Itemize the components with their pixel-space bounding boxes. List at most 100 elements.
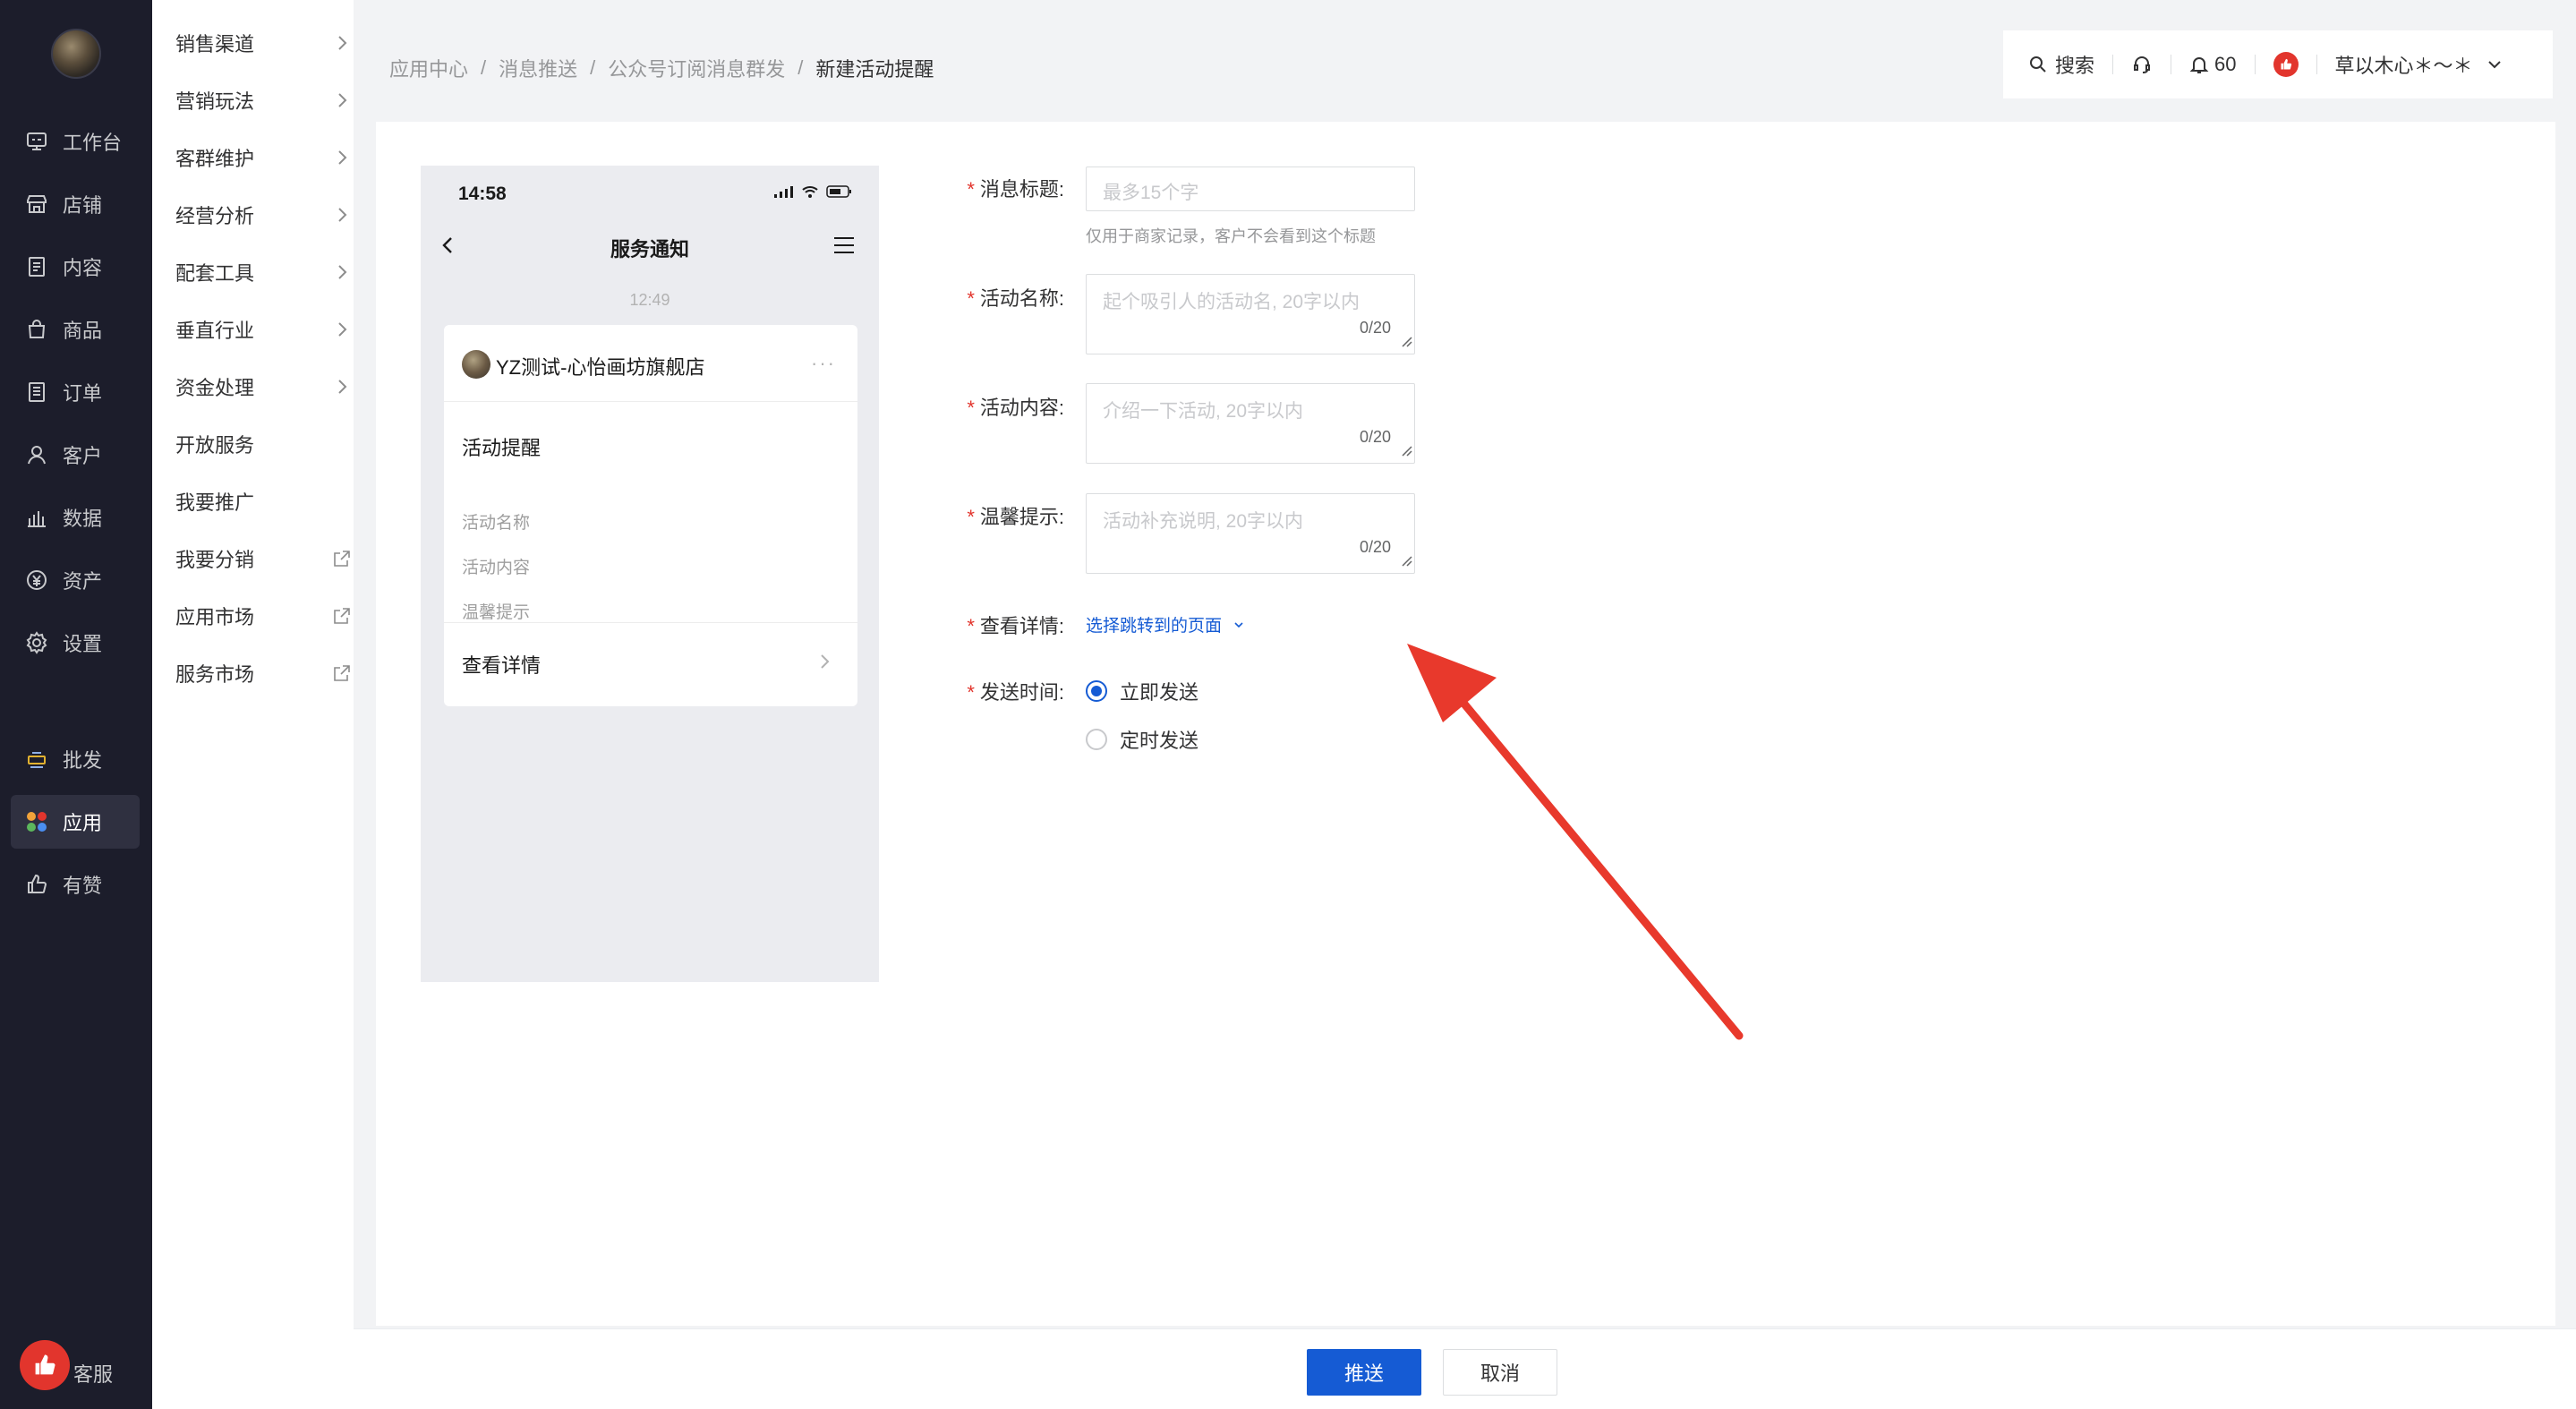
nav-item-settings[interactable]: 设置	[11, 616, 140, 670]
push-button[interactable]: 推送	[1307, 1349, 1421, 1396]
secondary-menu: 销售渠道 营销玩法 客群维护 经营分析 配套工具 垂直行业 资金处理 开放服务 …	[152, 0, 354, 1409]
resize-handle-icon[interactable]	[1400, 444, 1412, 461]
nav-item-wholesale[interactable]: 批发	[11, 732, 140, 786]
notification-count: 60	[2214, 53, 2237, 75]
shop-name: YZ测试-心怡画坊旗舰店	[496, 356, 705, 379]
nav-item-store[interactable]: 店铺	[11, 177, 140, 231]
chevron-right-icon	[332, 90, 352, 110]
shop-avatar[interactable]	[51, 29, 101, 79]
char-counter: 0/20	[1359, 428, 1391, 446]
nav-item-label: 批发	[63, 749, 103, 772]
chevron-right-icon	[332, 148, 352, 167]
nav-item-asset[interactable]: 资产	[11, 553, 140, 607]
chevron-right-icon	[816, 652, 834, 676]
resize-handle-icon[interactable]	[1400, 335, 1412, 352]
nav-item-label: 有赞	[63, 875, 103, 897]
submenu-item-label: 客群维护	[175, 148, 255, 170]
breadcrumb-item-message-push[interactable]: 消息推送	[499, 54, 577, 82]
search-icon	[2030, 56, 2046, 73]
order-icon	[25, 380, 48, 404]
cancel-button[interactable]: 取消	[1443, 1349, 1557, 1396]
customer-service-label: 客服	[73, 1363, 114, 1386]
chevron-right-icon	[332, 377, 352, 397]
shop-logo	[462, 350, 490, 379]
submenu-item-marketing[interactable]: 营销玩法	[175, 77, 489, 124]
select-page-link[interactable]: 选择跳转到的页面	[1086, 612, 1245, 636]
message-title-hint: 仅用于商家记录，客户不会看到这个标题	[1086, 227, 1376, 245]
thumbs-up-icon	[2273, 52, 2299, 77]
resize-handle-icon[interactable]	[1400, 554, 1412, 571]
submenu-item-label: 开放服务	[175, 434, 255, 457]
headset-icon	[2134, 56, 2151, 73]
more-icon: ···	[811, 352, 836, 374]
breadcrumb-item-subscription[interactable]: 公众号订阅消息群发	[608, 54, 785, 82]
select-page-label: 选择跳转到的页面	[1086, 617, 1223, 636]
nav-item-label: 数据	[63, 508, 103, 530]
nav-item-label: 工作台	[63, 132, 123, 154]
submenu-item-label: 资金处理	[175, 377, 255, 399]
data-icon	[25, 506, 48, 529]
card-footer: 查看详情	[444, 622, 857, 706]
toolbar-divider	[2112, 55, 2114, 74]
goods-icon	[25, 318, 48, 341]
nav-item-goods[interactable]: 商品	[11, 303, 140, 356]
primary-nav: 工作台 店铺 内容 商品 订单 客户 数据 资产 设置 批发 应用 有赞 客服	[0, 0, 152, 1409]
radio-send-scheduled[interactable]: 定时发送	[1086, 725, 1198, 754]
notification-button[interactable]: 60	[2189, 53, 2237, 76]
breadcrumb-separator: /	[798, 56, 804, 79]
toolbar-divider	[2316, 55, 2317, 74]
breadcrumb-current: 新建活动提醒	[815, 58, 934, 81]
nav-item-content[interactable]: 内容	[11, 240, 140, 294]
card-field-activity-content: 活动内容	[462, 559, 531, 577]
nav-item-label: 资产	[63, 570, 103, 593]
bell-icon	[2189, 57, 2209, 73]
chevron-down-icon	[1234, 621, 1243, 628]
workbench-icon	[25, 130, 48, 153]
form-label-activity-name: * 活动名称:	[967, 287, 1064, 310]
help-button[interactable]	[2131, 54, 2153, 75]
submenu-item-label: 我要推广	[175, 491, 255, 514]
message-title-input[interactable]: 最多15个字	[1086, 167, 1415, 211]
content-icon	[25, 255, 48, 278]
radio-indicator	[1086, 729, 1107, 750]
char-counter: 0/20	[1359, 319, 1391, 337]
chevron-right-icon	[332, 205, 352, 225]
form-row-message-title: * 消息标题:	[953, 174, 1064, 202]
input-placeholder: 活动补充说明, 20字以内	[1103, 511, 1304, 532]
activity-name-textarea[interactable]: 起个吸引人的活动名, 20字以内 0/20	[1086, 274, 1415, 354]
submenu-item-label: 经营分析	[175, 205, 255, 227]
form-row-activity-content: * 活动内容:	[953, 392, 1064, 421]
phone-title-bar: 服务通知	[421, 228, 879, 264]
nav-item-data[interactable]: 数据	[11, 491, 140, 544]
char-counter: 0/20	[1359, 538, 1391, 556]
nav-item-apps[interactable]: 应用	[11, 795, 140, 849]
username: 草以木心＊～＊	[2334, 55, 2473, 77]
breadcrumb-item-app-center[interactable]: 应用中心	[389, 54, 468, 82]
user-menu[interactable]: 草以木心＊～＊	[2335, 50, 2503, 79]
chevron-right-icon	[332, 33, 352, 53]
external-link-icon	[332, 606, 352, 626]
radio-send-now[interactable]: 立即发送	[1086, 677, 1198, 705]
signal-icon	[774, 186, 793, 198]
nav-item-customer[interactable]: 客户	[11, 428, 140, 482]
activity-content-textarea[interactable]: 介绍一下活动, 20字以内 0/20	[1086, 383, 1415, 464]
search-label: 搜索	[2055, 55, 2095, 77]
nav-item-order[interactable]: 订单	[11, 365, 140, 419]
phone-title: 服务通知	[610, 238, 689, 260]
nav-item-label: 店铺	[63, 194, 103, 217]
submenu-item-label: 我要分销	[175, 549, 255, 571]
breadcrumb: 应用中心 / 消息推送 / 公众号订阅消息群发 / 新建活动提醒	[389, 54, 934, 82]
form-label-send-time: * 发送时间:	[967, 681, 1064, 704]
search-button[interactable]: 搜索	[2028, 50, 2094, 79]
nav-item-workbench[interactable]: 工作台	[11, 115, 140, 168]
bottom-action-bar: 推送 取消	[354, 1328, 2576, 1409]
youzan-badge[interactable]	[2273, 52, 2299, 77]
top-toolbar: 搜索 60 草以木心＊～＊	[2003, 30, 2553, 98]
asset-icon	[25, 568, 48, 592]
nav-item-label: 内容	[63, 257, 103, 279]
submenu-item-label: 销售渠道	[175, 33, 255, 56]
radio-indicator-checked	[1086, 680, 1107, 702]
nav-item-youzan[interactable]: 有赞	[11, 858, 140, 911]
customer-service-button[interactable]: 客服	[20, 1340, 113, 1390]
tips-textarea[interactable]: 活动补充说明, 20字以内 0/20	[1086, 493, 1415, 574]
